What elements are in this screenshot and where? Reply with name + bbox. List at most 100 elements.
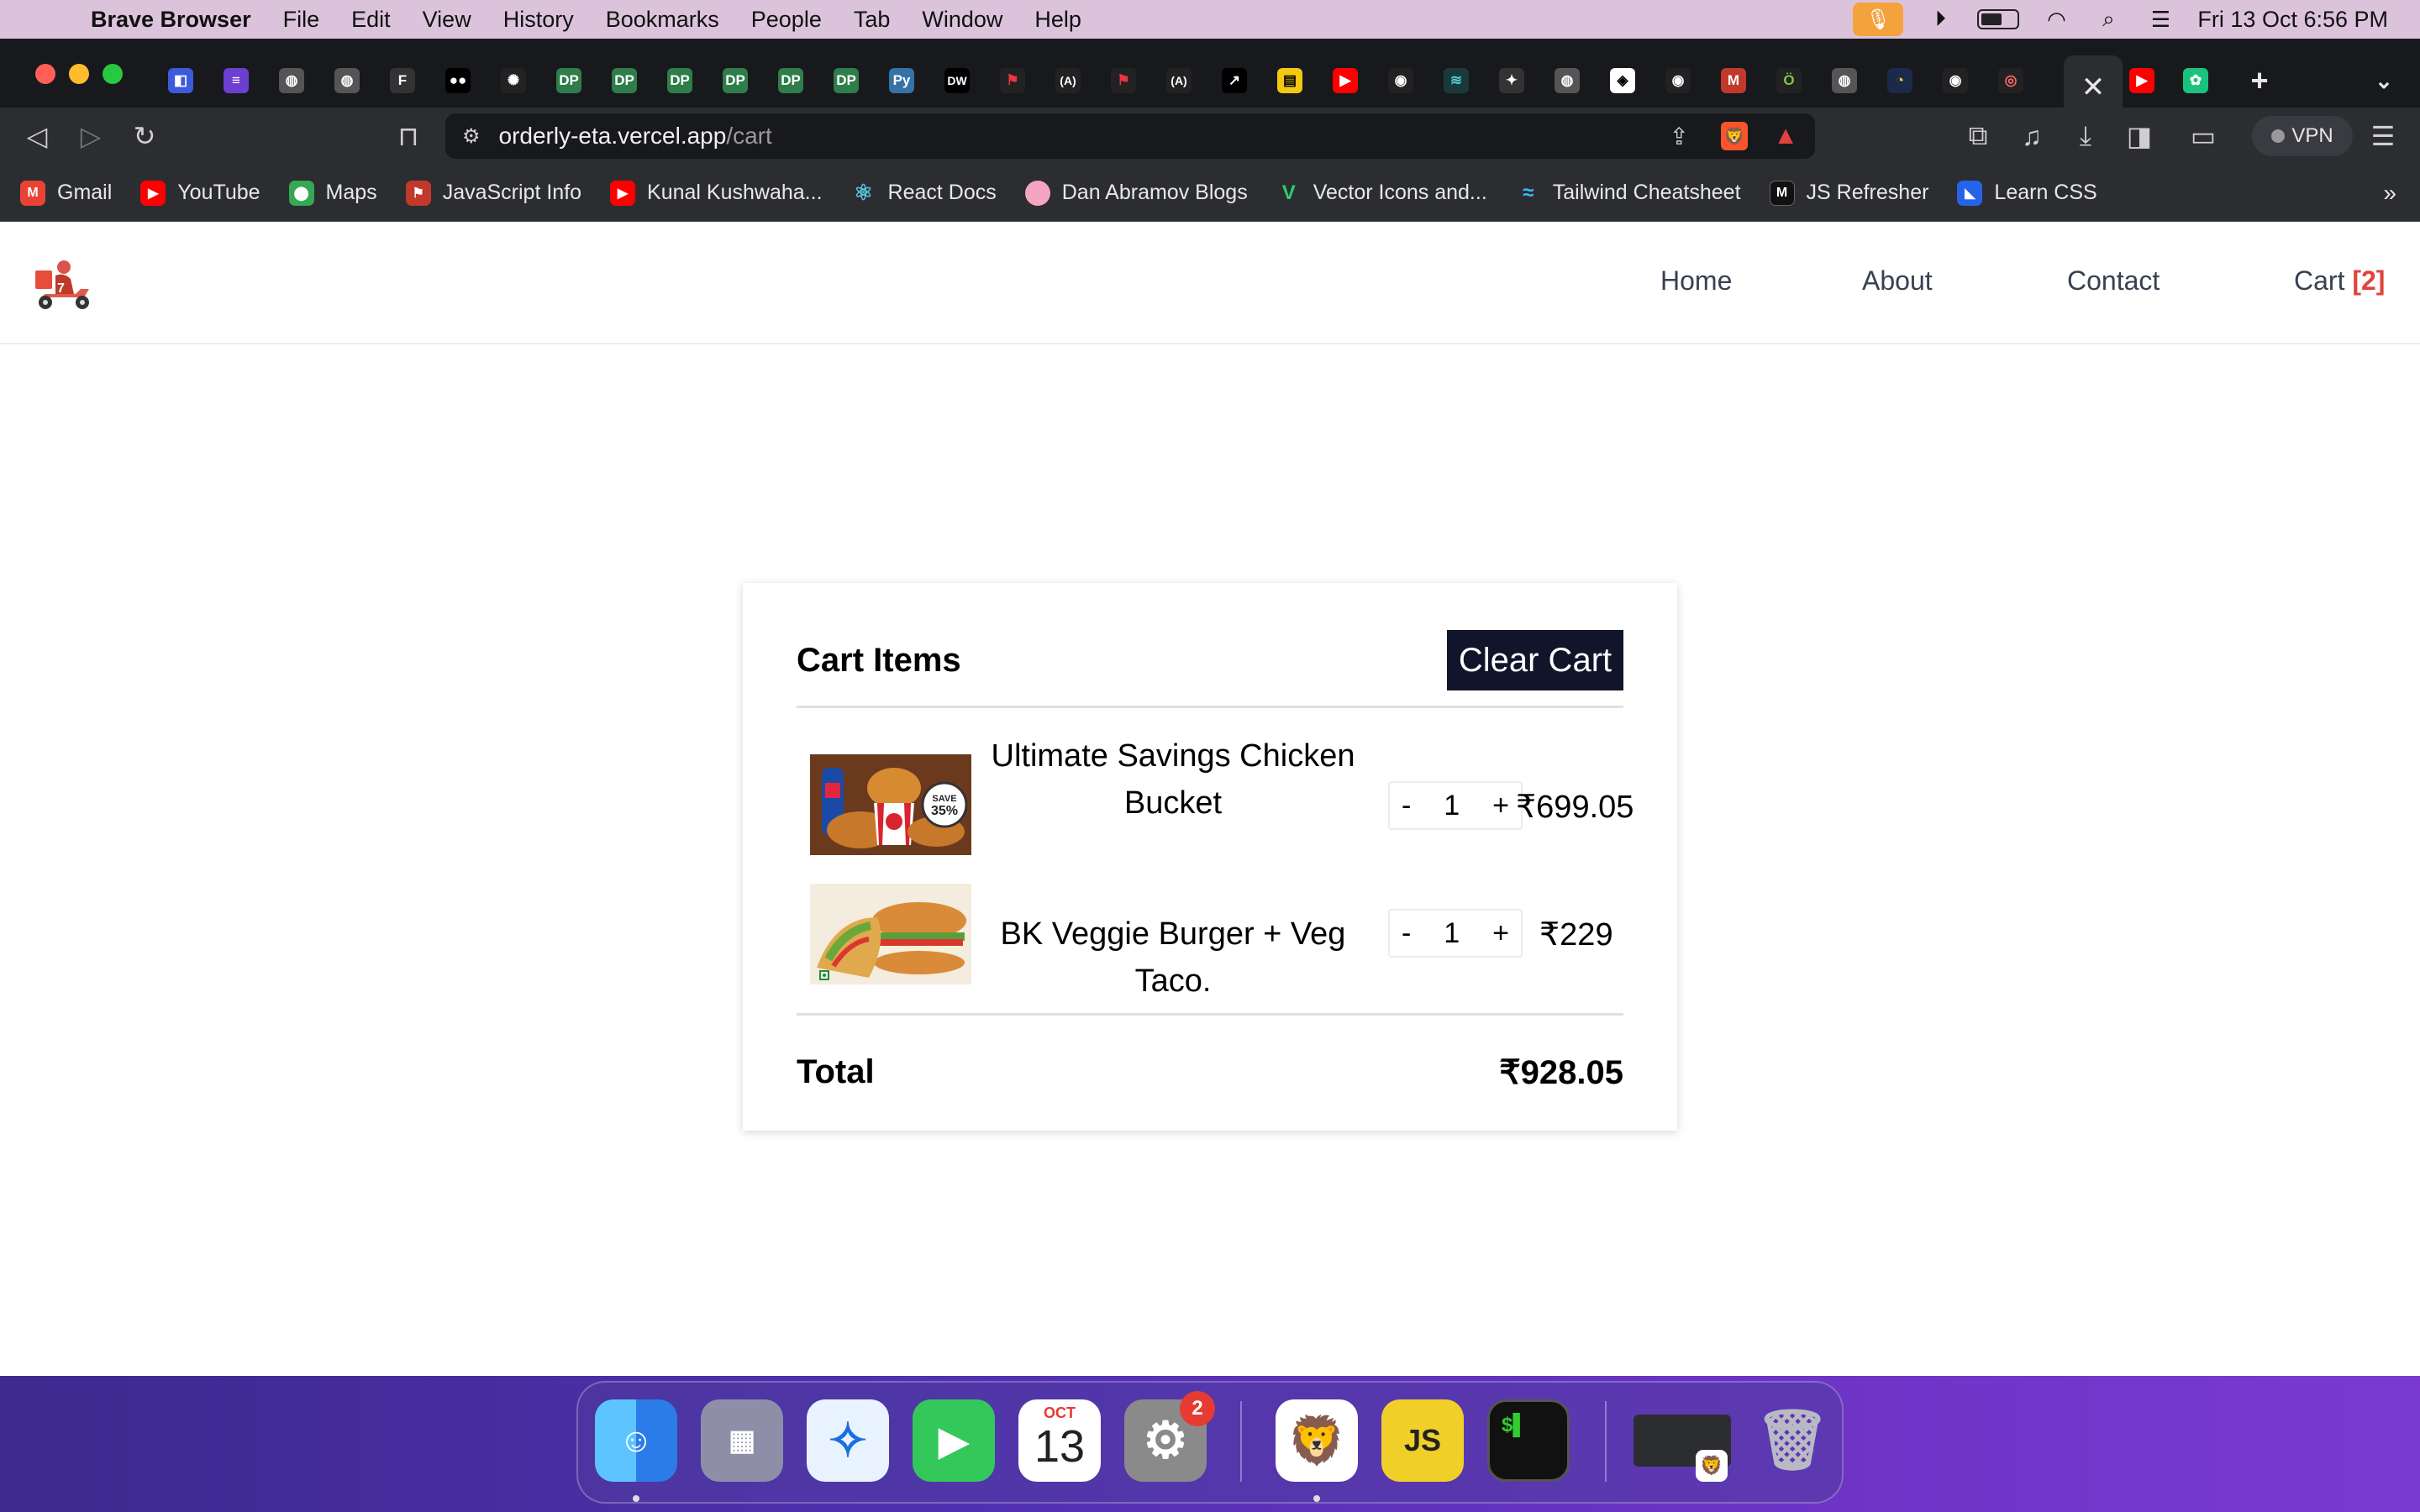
menu-clock[interactable]: Fri 13 Oct 6:56 PM <box>2197 7 2388 33</box>
battery-icon[interactable] <box>1977 9 2020 29</box>
menu-file[interactable]: File <box>283 7 320 33</box>
menu-icon[interactable]: ☰ <box>2366 119 2400 153</box>
dp-icon[interactable]: DP <box>556 68 581 93</box>
github-icon[interactable]: ◉ <box>1388 68 1413 93</box>
minimize-window-icon[interactable] <box>69 64 89 84</box>
menu-window[interactable]: Window <box>922 7 1002 33</box>
bookmark-learn-css[interactable]: ◣ Learn CSS <box>1957 180 2097 206</box>
extensions-icon[interactable]: ⧉ <box>1961 119 1995 153</box>
back-icon[interactable]: ◁ <box>20 119 54 153</box>
more-bookmarks-icon[interactable]: » <box>2383 180 2396 207</box>
menu-people[interactable]: People <box>751 7 822 33</box>
tab-favicon-icon[interactable]: M <box>1721 68 1746 93</box>
safari-icon[interactable]: ✧ <box>807 1399 889 1482</box>
play-icon[interactable]: ⏵ <box>1925 6 1955 32</box>
close-window-icon[interactable] <box>35 64 55 84</box>
launchpad-icon[interactable]: ▦ <box>701 1399 783 1482</box>
site-settings-icon[interactable]: ⚙ <box>462 124 481 149</box>
calendar-icon[interactable]: OCT 13 <box>1018 1399 1101 1482</box>
brave-shields-icon[interactable]: 🦁 <box>1721 122 1748 150</box>
nav-cart[interactable]: Cart [2] <box>2294 265 2385 297</box>
wallet-icon[interactable]: ▭ <box>2186 119 2220 153</box>
globe-icon[interactable]: ◍ <box>334 68 360 93</box>
chatgpt-icon[interactable]: ✿ <box>2183 68 2208 93</box>
record-icon[interactable]: ◎ <box>1998 68 2023 93</box>
bookmark-maps[interactable]: ⬤ Maps <box>288 180 377 206</box>
decrease-quantity-button[interactable]: - <box>1402 917 1411 950</box>
codepen-icon[interactable]: ◈ <box>1610 68 1635 93</box>
tab-favicon-icon[interactable]: ◔ <box>1887 68 1912 93</box>
tab-favicon-icon[interactable]: ◧ <box>168 68 193 93</box>
zoom-window-icon[interactable] <box>103 64 123 84</box>
youtube-icon[interactable]: ▶ <box>1333 68 1358 93</box>
dp-icon[interactable]: DP <box>667 68 692 93</box>
menu-history[interactable]: History <box>503 7 574 33</box>
bookmark-kunal-kushwaha[interactable]: ▶ Kunal Kushwaha... <box>610 180 823 206</box>
tab-favicon-icon[interactable]: DW <box>944 68 970 93</box>
menu-app-name[interactable]: Brave Browser <box>91 7 251 33</box>
dp-icon[interactable]: DP <box>834 68 859 93</box>
menu-edit[interactable]: Edit <box>351 7 391 33</box>
github-icon[interactable]: ◉ <box>1943 68 1968 93</box>
increase-quantity-button[interactable]: + <box>1492 790 1509 822</box>
tab-favicon-icon[interactable]: ≡ <box>224 68 249 93</box>
new-tab-icon[interactable]: + <box>2247 63 2272 97</box>
tab-favicon-icon[interactable]: Ö <box>1776 68 1802 93</box>
menu-tab[interactable]: Tab <box>854 7 891 33</box>
tab-favicon-icon[interactable]: ⚑ <box>1111 68 1136 93</box>
bookmark-javascript-info[interactable]: ⚑ JavaScript Info <box>405 180 581 206</box>
tab-favicon-icon[interactable]: (A) <box>1055 68 1081 93</box>
tab-favicon-icon[interactable]: (A) <box>1166 68 1192 93</box>
youtube-icon[interactable]: ▶ <box>2129 68 2154 93</box>
menu-help[interactable]: Help <box>1034 7 1081 33</box>
media-icon[interactable]: ♫ <box>2015 119 2049 153</box>
bookmark-gmail[interactable]: M Gmail <box>20 180 112 206</box>
globe-icon[interactable]: ◍ <box>1555 68 1580 93</box>
vpn-button[interactable]: VPN <box>2252 116 2353 156</box>
bookmark-dan-abramov[interactable]: Dan Abramov Blogs <box>1024 180 1248 206</box>
trash-icon[interactable]: 🗑 <box>1751 1399 1833 1482</box>
nav-contact[interactable]: Contact <box>2067 265 2160 297</box>
dp-icon[interactable]: DP <box>778 68 803 93</box>
bookmark-icon[interactable]: ⊓ <box>392 119 425 153</box>
delivery-scooter-logo-icon[interactable]: 7 <box>34 255 94 314</box>
bookmark-tailwind[interactable]: ≈ Tailwind Cheatsheet <box>1515 180 1741 206</box>
runjs-icon[interactable]: JS <box>1381 1399 1464 1482</box>
tab-favicon-icon[interactable]: ✦ <box>1499 68 1524 93</box>
address-bar[interactable]: ⚙ orderly-eta.vercel.app/cart ⇪ 🦁 ▲ <box>445 113 1815 159</box>
menu-view[interactable]: View <box>423 7 471 33</box>
microphone-icon[interactable]: 🎙 <box>1853 3 1904 36</box>
medium-icon[interactable]: ●● <box>445 68 471 93</box>
tab-favicon-icon[interactable]: ▤ <box>1277 68 1302 93</box>
reload-icon[interactable]: ↻ <box>128 119 161 153</box>
terminal-icon[interactable]: $▌ <box>1487 1399 1570 1482</box>
sidebar-icon[interactable]: ◨ <box>2123 119 2156 153</box>
clear-cart-button[interactable]: Clear Cart <box>1447 630 1623 690</box>
spotlight-search-icon[interactable]: ⌕ <box>2093 6 2123 32</box>
tab-favicon-icon[interactable]: ≋ <box>1444 68 1469 93</box>
facetime-icon[interactable]: ▶ <box>913 1399 995 1482</box>
brave-rewards-icon[interactable]: ▲ <box>1773 122 1798 150</box>
dp-icon[interactable]: DP <box>723 68 748 93</box>
close-tab-icon[interactable]: ✕ <box>2081 71 2106 104</box>
increase-quantity-button[interactable]: + <box>1492 917 1509 950</box>
wifi-icon[interactable]: ◠ <box>2041 7 2071 32</box>
brave-icon[interactable]: 🦁 <box>1276 1399 1358 1482</box>
python-icon[interactable]: Py <box>889 68 914 93</box>
share-icon[interactable]: ⇪ <box>1670 123 1689 150</box>
globe-icon[interactable]: ◍ <box>1832 68 1857 93</box>
dp-icon[interactable]: DP <box>612 68 637 93</box>
tab-favicon-icon[interactable]: ↗ <box>1222 68 1247 93</box>
bookmark-vector-icons[interactable]: V Vector Icons and... <box>1276 180 1487 206</box>
menu-bookmarks[interactable]: Bookmarks <box>606 7 719 33</box>
nav-about[interactable]: About <box>1862 265 1933 297</box>
bookmark-react-docs[interactable]: ⚛ React Docs <box>850 180 997 206</box>
tab-list-chevron-icon[interactable]: ⌄ <box>2371 68 2396 93</box>
forward-icon[interactable]: ▷ <box>74 119 108 153</box>
globe-icon[interactable]: ◍ <box>279 68 304 93</box>
nav-home[interactable]: Home <box>1660 265 1732 297</box>
control-center-icon[interactable]: ☰ <box>2145 7 2175 32</box>
bookmark-js-refresher[interactable]: M JS Refresher <box>1769 180 1928 206</box>
bookmark-youtube[interactable]: ▶ YouTube <box>140 180 260 206</box>
tab-favicon-icon[interactable]: F <box>390 68 415 93</box>
